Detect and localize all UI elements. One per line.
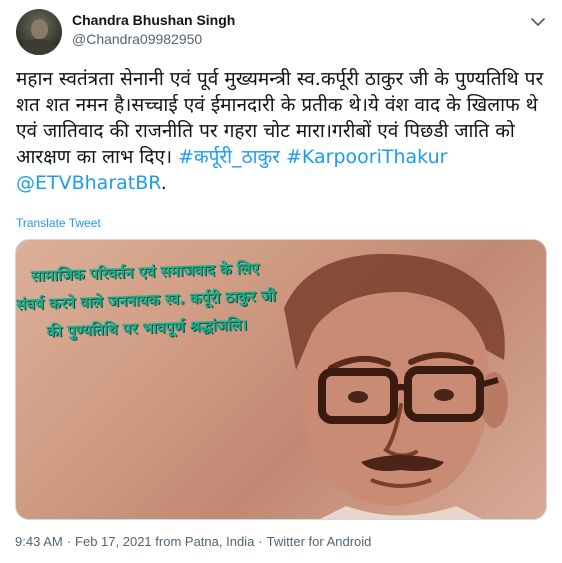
avatar-head [31, 19, 48, 39]
mention-etvbharatbr[interactable]: @ETVBharatBR [16, 172, 161, 194]
tweet-body: महान स्वतंत्रता सेनानी एवं पूर्व मुख्यमन… [16, 68, 544, 168]
tweet-source[interactable]: Twitter for Android [267, 534, 372, 549]
hashtag-karpoori-hindi[interactable]: #कर्पूरी_ठाकुर [178, 146, 280, 168]
user-handle[interactable]: @Chandra09982950 [72, 31, 202, 47]
chevron-down-icon [531, 18, 545, 26]
tweet-text: महान स्वतंत्रता सेनानी एवं पूर्व मुख्यमन… [16, 66, 548, 196]
hashtag-karpoorithakur[interactable]: #KarpooriThakur [286, 146, 447, 168]
tweet-date[interactable]: Feb 17, 2021 [75, 534, 152, 549]
more-options-button[interactable] [527, 13, 549, 31]
separator-dot: · [66, 534, 72, 549]
tweet-time[interactable]: 9:43 AM [15, 534, 63, 549]
tweet-location[interactable]: from Patna, India [155, 534, 254, 549]
separator-dot: · [258, 534, 263, 549]
tweet-trailing: . [160, 172, 167, 194]
avatar-shoulders [21, 39, 57, 55]
display-name[interactable]: Chandra Bhushan Singh [72, 12, 235, 28]
image-caption: सामाजिक परिवर्तन एवं समाजवाद के लिए संघर… [15, 259, 277, 341]
tweet-image[interactable]: सामाजिक परिवर्तन एवं समाजवाद के लिए संघर… [15, 239, 547, 520]
translate-tweet-link[interactable]: Translate Tweet [16, 216, 101, 230]
avatar[interactable] [16, 9, 62, 55]
tweet-meta: 9:43 AM · Feb 17, 2021 from Patna, India · T… [15, 534, 371, 549]
